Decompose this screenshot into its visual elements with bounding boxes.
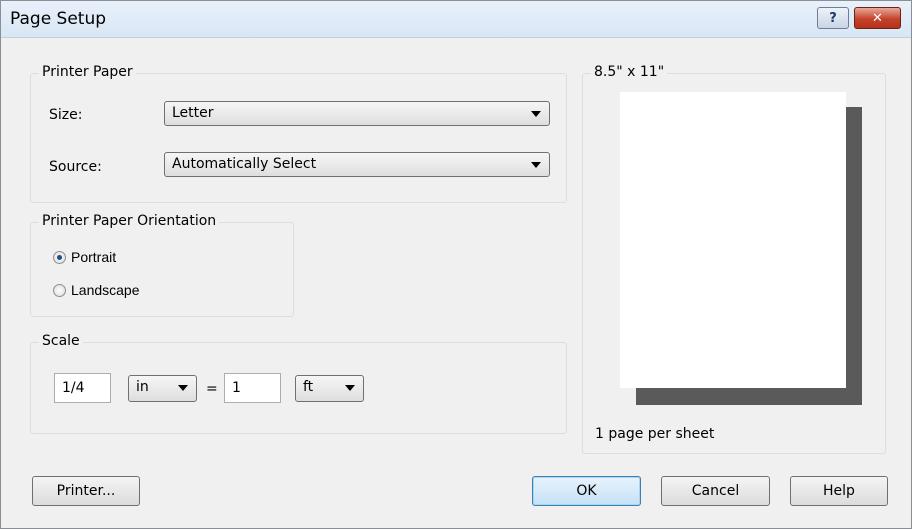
equals-sign: =: [206, 381, 218, 397]
printer-paper-group: Printer Paper: [30, 64, 567, 203]
paper-preview: [620, 92, 846, 388]
printer-button[interactable]: Printer...: [32, 476, 140, 506]
size-label: Size:: [49, 107, 83, 123]
chevron-down-icon: [178, 385, 188, 391]
scale-left-input[interactable]: 1/4: [54, 373, 111, 403]
scale-left-unit-select[interactable]: in: [128, 375, 197, 402]
help-icon[interactable]: ?: [817, 7, 849, 29]
scale-right-input[interactable]: 1: [224, 373, 281, 403]
orientation-group: Printer Paper Orientation: [30, 213, 294, 317]
source-value: Automatically Select: [172, 156, 317, 172]
radio-unchecked-icon[interactable]: [53, 283, 66, 297]
ok-button[interactable]: OK: [532, 476, 641, 506]
printer-paper-legend: Printer Paper: [39, 64, 136, 80]
scale-right-unit-value: ft: [303, 379, 314, 395]
size-select[interactable]: Letter: [164, 101, 550, 126]
source-label: Source:: [49, 159, 102, 175]
chevron-down-icon: [531, 111, 541, 117]
page-setup-dialog: Page Setup ? ✕ Printer Paper Size: Lette…: [0, 0, 912, 529]
radio-checked-icon[interactable]: [53, 250, 66, 264]
title-bar: Page Setup ? ✕: [1, 1, 911, 38]
orientation-legend: Printer Paper Orientation: [39, 213, 220, 229]
chevron-down-icon: [531, 162, 541, 168]
portrait-radio[interactable]: Portrait: [53, 249, 116, 265]
portrait-label: Portrait: [71, 249, 117, 265]
landscape-radio[interactable]: Landscape: [53, 282, 140, 298]
scale-legend: Scale: [39, 333, 83, 349]
dialog-title: Page Setup: [10, 9, 107, 29]
help-button[interactable]: Help: [790, 476, 888, 506]
source-select[interactable]: Automatically Select: [164, 152, 550, 177]
landscape-label: Landscape: [71, 282, 140, 298]
cancel-button[interactable]: Cancel: [661, 476, 770, 506]
scale-left-unit-value: in: [136, 379, 149, 395]
size-value: Letter: [172, 105, 214, 121]
chevron-down-icon: [345, 385, 355, 391]
pages-per-sheet-label: 1 page per sheet: [595, 426, 715, 442]
scale-left-value: 1/4: [62, 380, 85, 396]
paper-size-legend: 8.5" x 11": [591, 64, 668, 80]
scale-right-value: 1: [232, 380, 241, 396]
close-icon[interactable]: ✕: [854, 7, 901, 29]
scale-right-unit-select[interactable]: ft: [295, 375, 364, 402]
